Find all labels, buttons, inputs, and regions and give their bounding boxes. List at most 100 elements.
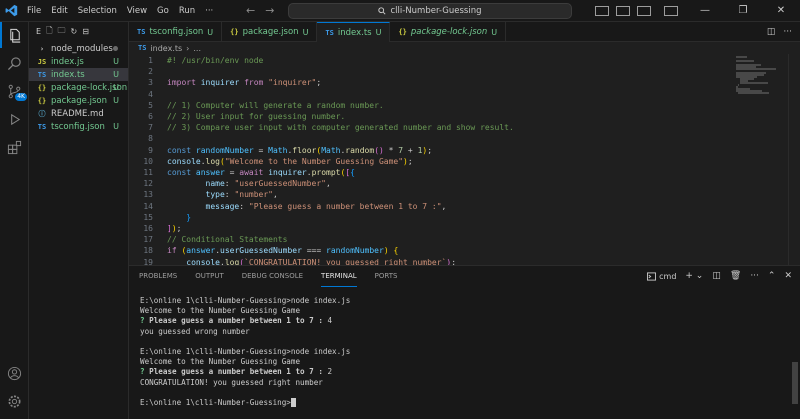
code-line: 5 // 1) Computer will generate a random n… (129, 100, 729, 111)
panel-tab-problems[interactable]: PROBLEMS (139, 266, 177, 286)
tab-package-lock-json[interactable]: {} package-lock.json U (390, 22, 507, 42)
command-center-search[interactable]: clli-Number-Guessing (288, 3, 572, 19)
terminal-selector[interactable]: cmd (647, 272, 676, 281)
terminal-line: E:\online 1\clli-Number-Guessing> (140, 398, 780, 408)
tab-package-json[interactable]: {} package.json U (222, 22, 318, 42)
breadcrumb-symbols[interactable]: ... (193, 44, 201, 53)
accounts-icon[interactable] (0, 360, 29, 386)
line-number: 18 (143, 246, 153, 256)
code-line: 6 // 2) User input for guessing number. (129, 111, 729, 122)
terminal-scrollbar[interactable] (792, 362, 798, 404)
code-line: 19 console.log(`CONGRATULATION! you gues… (129, 257, 729, 265)
source-control-icon[interactable]: 4K (0, 78, 29, 104)
refresh-icon[interactable]: ↻ (71, 27, 78, 36)
code-text: const randomNumber = Math.floor(Math.ran… (167, 145, 433, 155)
code-line: 1 #! /usr/bin/env node (129, 55, 729, 66)
json-file-icon: {} (230, 28, 239, 36)
file-package-json[interactable]: {} package.json U (29, 94, 128, 107)
breadcrumb-file[interactable]: index.ts (150, 44, 182, 53)
tab-index-ts[interactable]: TS index.ts U (317, 22, 391, 42)
panel-tab-debug-console[interactable]: DEBUG CONSOLE (242, 266, 303, 286)
new-terminal-icon[interactable]: + ⌄ (685, 271, 703, 281)
kill-terminal-icon[interactable]: 🗑 (730, 271, 741, 281)
code-line: 8 (129, 133, 729, 144)
file-label: index.js (51, 56, 84, 67)
menu-file[interactable]: File (22, 0, 46, 22)
terminal-line: ? Please guess a number between 1 to 7 :… (140, 367, 780, 377)
new-file-icon[interactable]: 🗋 (46, 25, 52, 39)
close-panel-icon[interactable]: ✕ (784, 271, 792, 281)
tab-label: tsconfig.json (149, 27, 204, 37)
line-number: 7 (148, 123, 153, 133)
panel-tab-terminal[interactable]: TERMINAL (321, 266, 357, 287)
terminal-output[interactable]: E:\online 1\clli-Number-Guessing>node in… (140, 296, 780, 408)
search-activity-icon[interactable] (0, 50, 29, 76)
code-text: // 2) User input for guessing number. (167, 112, 346, 121)
line-number: 19 (143, 257, 153, 265)
tab-status: U (375, 28, 382, 37)
line-number: 1 (148, 56, 153, 65)
menu-go[interactable]: Go (152, 0, 174, 22)
terminal-name: cmd (659, 271, 677, 281)
maximize-button[interactable]: ❐ (724, 0, 762, 22)
file-readme-md[interactable]: ⓘ README.md (29, 107, 128, 120)
terminal-line: E:\online 1\clli-Number-Guessing>node in… (140, 347, 780, 357)
explorer-icon[interactable] (0, 22, 29, 48)
code-line: 15 } (129, 212, 729, 223)
code-text: // Conditional Statements (167, 235, 288, 245)
maximize-panel-icon[interactable]: ⌃ (768, 271, 776, 281)
extensions-icon[interactable] (0, 134, 29, 160)
split-editor-icon[interactable]: ◫ (767, 27, 776, 37)
more-actions-icon[interactable]: ··· (783, 27, 792, 37)
menu-view[interactable]: View (122, 0, 152, 22)
code-line: 16]); (129, 223, 729, 234)
line-number: 17 (143, 235, 153, 245)
menu-run[interactable]: Run (174, 0, 200, 22)
new-folder-icon[interactable]: 🗀 (58, 25, 66, 39)
editor-scrollbar[interactable] (788, 54, 800, 265)
toggle-primary-sidebar-icon[interactable] (595, 6, 609, 16)
code-text: console.log("Welcome to the Number Guess… (167, 156, 413, 166)
code-line: 3 import inquirer from "inquirer"; (129, 77, 729, 88)
code-text: message: "Please guess a number between … (205, 201, 447, 211)
panel-tab-output[interactable]: OUTPUT (195, 266, 224, 286)
menu-edit[interactable]: Edit (46, 0, 72, 22)
line-number: 5 (148, 100, 153, 110)
terminal-text: Please guess a number between 1 to 7 : (149, 316, 328, 326)
file-index-js[interactable]: JS index.js U (29, 55, 128, 68)
more-icon[interactable]: ··· (750, 271, 759, 281)
md-file-icon: ⓘ (38, 109, 46, 118)
explorer-title: E (36, 27, 42, 36)
terminal-text: E:\online 1\clli-Number-Guessing>node in… (140, 296, 351, 305)
minimap-line (736, 60, 754, 62)
file-index-ts[interactable]: TS index.ts U (29, 68, 128, 81)
line-number: 3 (148, 78, 153, 88)
file-node-modules[interactable]: › node_modules (29, 42, 128, 55)
customize-layout-icon[interactable] (664, 6, 678, 16)
file-tsconfig-json[interactable]: TS tsconfig.json U (29, 120, 128, 133)
toggle-panel-icon[interactable] (616, 6, 630, 16)
forward-arrow-icon[interactable]: → (265, 0, 274, 22)
manage-gear-icon[interactable] (0, 388, 29, 414)
chevron-right-icon: › (39, 44, 45, 53)
code-editor[interactable]: 1 #! /usr/bin/env node 2 3 import inquirer f… (129, 54, 800, 265)
line-number: 16 (143, 224, 153, 233)
back-arrow-icon[interactable]: ← (246, 0, 255, 22)
toggle-secondary-sidebar-icon[interactable] (637, 6, 651, 16)
menu-more[interactable]: ··· (200, 0, 218, 22)
code-line: 10 console.log("Welcome to the Number Gue… (129, 156, 729, 167)
panel-tab-ports[interactable]: PORTS (375, 266, 398, 286)
code-text: } (186, 212, 192, 222)
tab-status: U (207, 27, 214, 37)
menu-selection[interactable]: Selection (73, 0, 122, 22)
tab-status: U (491, 27, 498, 37)
minimap[interactable] (736, 54, 786, 94)
minimize-button[interactable]: — (686, 0, 724, 22)
run-debug-icon[interactable] (0, 106, 29, 132)
tab-tsconfig-json[interactable]: TS tsconfig.json U (129, 22, 223, 42)
editor-actions: ◫ ··· (767, 22, 792, 42)
collapse-all-icon[interactable]: ⊟ (82, 27, 89, 36)
close-button[interactable]: ✕ (762, 0, 800, 22)
split-terminal-icon[interactable]: ◫ (712, 271, 721, 281)
file-package-lock-json[interactable]: {} package-lock.json U (29, 81, 128, 94)
